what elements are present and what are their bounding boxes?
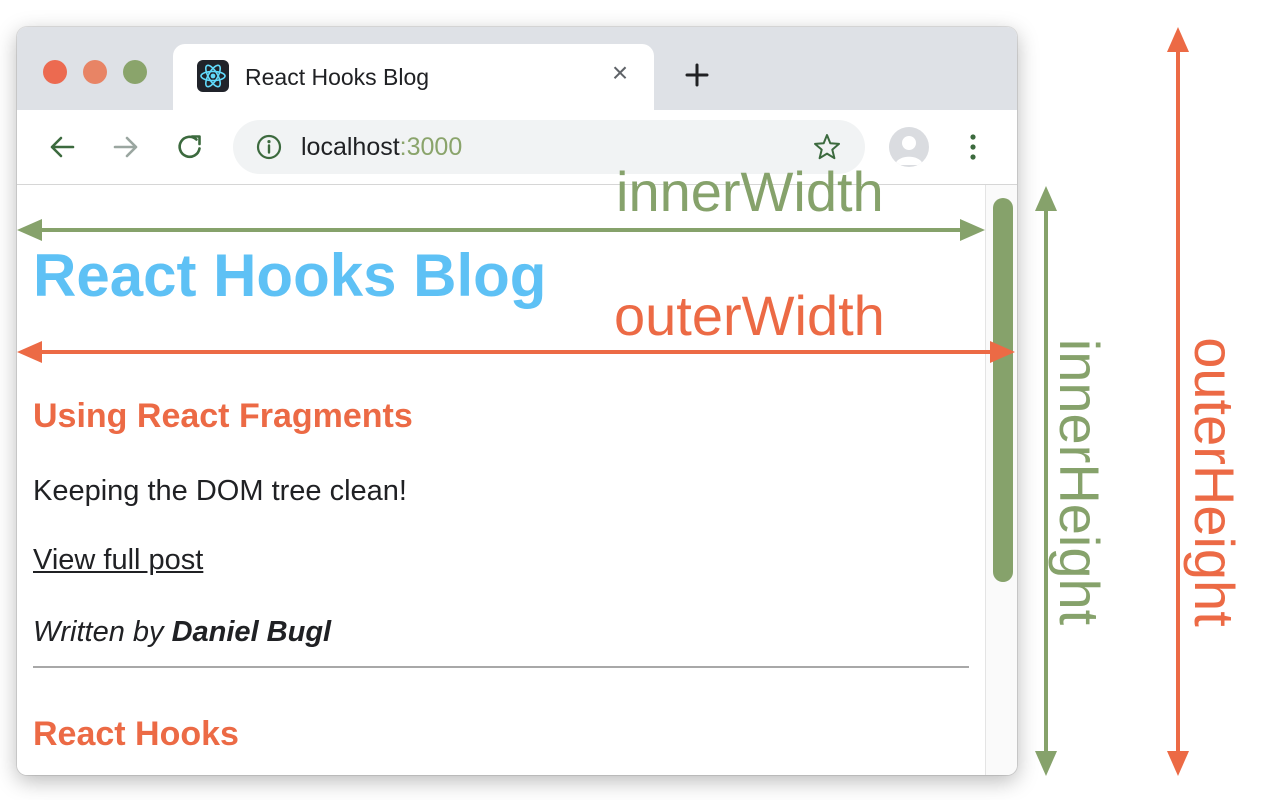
browser-window: React Hooks Blog × localhost:3000 React … — [17, 27, 1017, 775]
post-divider — [33, 666, 969, 668]
info-icon[interactable] — [255, 133, 283, 161]
inner-width-label: innerWidth — [616, 160, 884, 223]
minimize-window-button[interactable] — [83, 60, 107, 84]
post-content: Keeping the DOM tree clean! — [33, 475, 407, 507]
maximize-window-button[interactable] — [123, 60, 147, 84]
new-tab-plus-icon[interactable] — [677, 55, 717, 95]
back-arrow-icon[interactable] — [42, 127, 82, 167]
react-logo-icon — [197, 60, 229, 92]
title-bar: React Hooks Blog × — [17, 27, 1017, 110]
url-text: localhost:3000 — [301, 133, 462, 162]
author-prefix: Written by — [33, 616, 172, 648]
view-full-post-link[interactable]: View full post — [33, 544, 203, 577]
post-title-2: React Hooks — [33, 715, 239, 753]
reload-icon[interactable] — [170, 127, 210, 167]
kebab-menu-icon[interactable] — [961, 127, 985, 167]
tab-title: React Hooks Blog — [245, 64, 430, 90]
url-host: localhost — [301, 133, 400, 161]
close-window-button[interactable] — [43, 60, 67, 84]
outer-width-label: outerWidth — [614, 284, 885, 347]
page-viewport: React Hooks Blog Using React Fragments K… — [17, 185, 985, 775]
browser-tab[interactable]: React Hooks Blog × — [173, 44, 654, 110]
post-author: Written by Daniel Bugl — [33, 616, 331, 649]
outer-height-label: outerHeight — [1183, 337, 1246, 627]
tab-close-icon[interactable]: × — [605, 58, 635, 88]
bookmark-star-icon[interactable] — [811, 131, 843, 163]
url-port: :3000 — [399, 133, 463, 161]
screenshot-stage: React Hooks Blog × localhost:3000 React … — [0, 0, 1262, 800]
scrollbar-track[interactable] — [985, 185, 1017, 775]
post-title: Using React Fragments — [33, 397, 413, 435]
profile-avatar-icon[interactable] — [889, 127, 929, 167]
forward-arrow-icon[interactable] — [106, 127, 146, 167]
page-title: React Hooks Blog — [33, 242, 547, 309]
author-name: Daniel Bugl — [171, 616, 332, 648]
scrollbar-thumb[interactable] — [993, 198, 1013, 582]
inner-height-label: innerHeight — [1048, 338, 1111, 626]
